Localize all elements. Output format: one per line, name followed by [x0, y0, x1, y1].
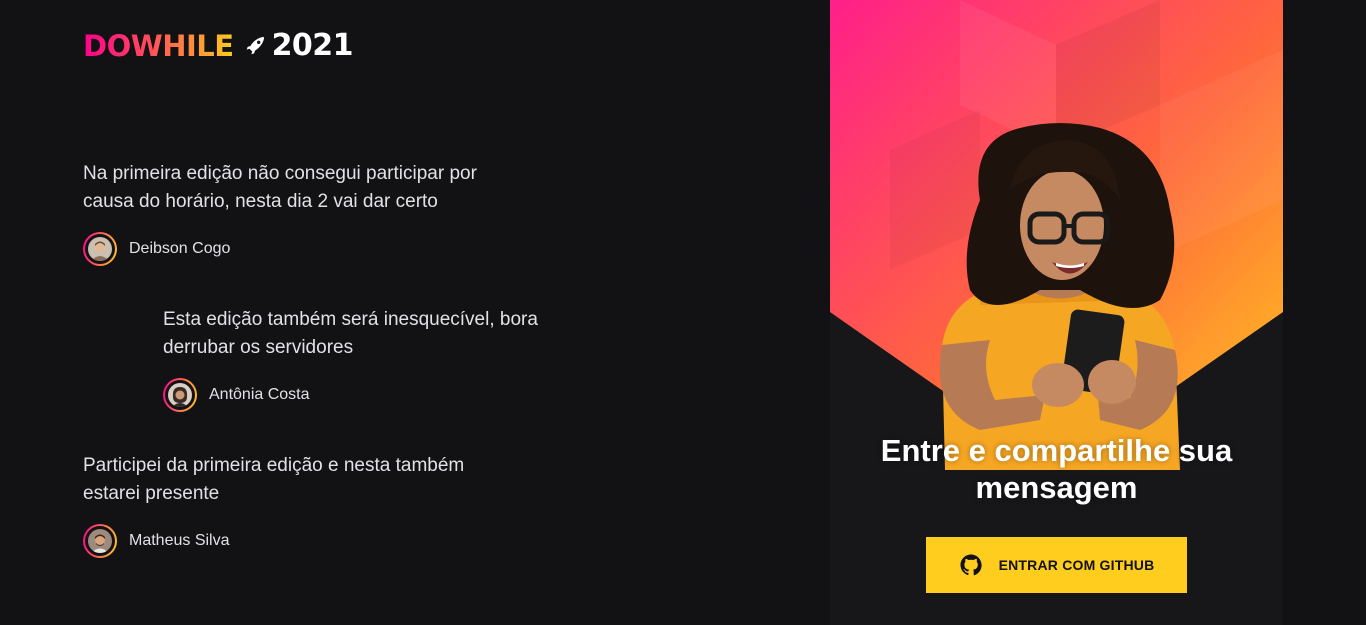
message-list-section: DOWHILE 2021 Na primeira edição não cons… [0, 0, 830, 625]
user-name: Matheus Silva [129, 532, 230, 549]
message-item: Na primeira edição não consegui particip… [83, 160, 523, 266]
user-name: Antônia Costa [209, 386, 310, 403]
avatar-image [165, 380, 195, 410]
avatar-image [85, 234, 115, 264]
message-user: Antônia Costa [163, 378, 603, 412]
message-content: Participei da primeira edição e nesta ta… [83, 455, 465, 504]
github-button-label: ENTRAR COM GITHUB [998, 557, 1155, 573]
message-content: Esta edição também será inesquecível, bo… [163, 309, 538, 358]
github-icon [960, 554, 982, 576]
rocket-icon [246, 36, 264, 55]
login-panel: Entre e compartilhe sua mensagem ENTRAR … [830, 0, 1283, 625]
right-margin [1283, 0, 1366, 625]
avatar [163, 378, 197, 412]
message-user: Matheus Silva [83, 524, 523, 558]
message-item: Esta edição também será inesquecível, bo… [163, 306, 603, 412]
logo-wordmark: DOWHILE [83, 29, 234, 63]
dowhile-logo: DOWHILE 2021 [83, 28, 354, 63]
avatar [83, 524, 117, 558]
message-user: Deibson Cogo [83, 232, 523, 266]
hero-person-illustration [939, 123, 1180, 470]
message-content: Na primeira edição não consegui particip… [83, 163, 477, 212]
github-login-button[interactable]: ENTRAR COM GITHUB [926, 537, 1187, 593]
avatar-image [85, 526, 115, 556]
avatar [83, 232, 117, 266]
message-item: Participei da primeira edição e nesta ta… [83, 452, 523, 558]
user-name: Deibson Cogo [129, 240, 231, 257]
login-title: Entre e compartilhe sua mensagem [880, 433, 1233, 505]
app-root: DOWHILE 2021 Na primeira edição não cons… [0, 0, 1366, 625]
logo-year: 2021 [271, 28, 354, 63]
